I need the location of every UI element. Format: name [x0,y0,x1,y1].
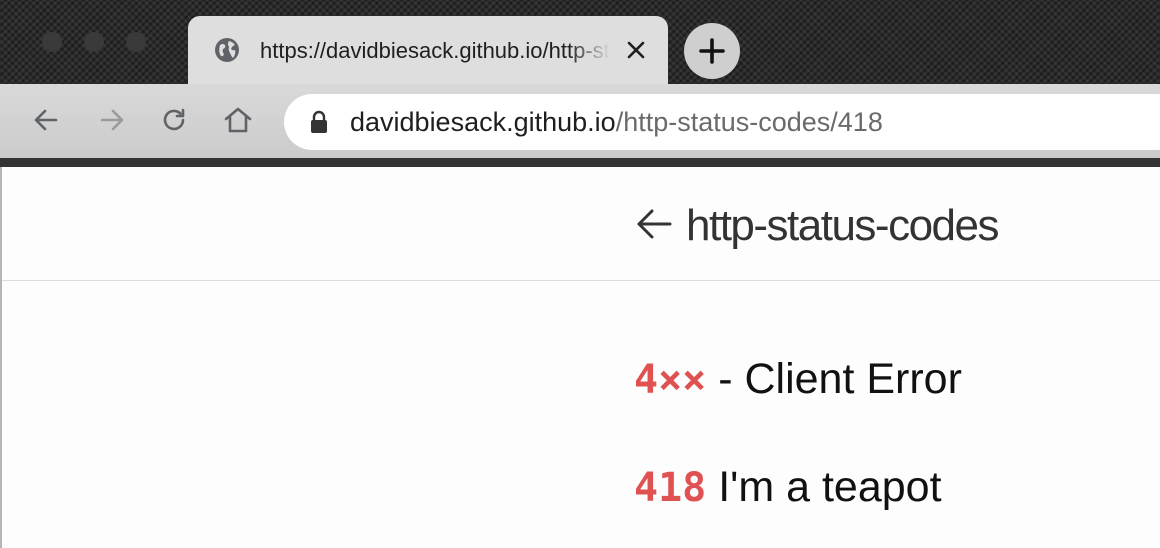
status-heading: 418 I'm a teapot [634,463,942,512]
close-tab-icon[interactable] [622,36,650,64]
browser-toolbar: davidbiesack.github.io/http-status-codes… [0,84,1160,158]
category-heading: 4×× - Client Error [634,355,962,404]
header-divider [2,280,1160,281]
browser-tab[interactable]: https://davidbiesack.github.io/http-stat… [188,16,668,84]
url-host: davidbiesack.github.io [350,107,616,137]
tab-title: https://davidbiesack.github.io/http-stat… [260,38,610,63]
back-link-label: http-status-codes [686,201,1000,250]
url-path: /http-status-codes/418 [615,107,883,137]
window-zoom-dot[interactable] [126,32,146,52]
category-code: 4×× [634,357,707,403]
window-minimize-dot[interactable] [84,32,104,52]
plus-icon [699,38,725,64]
home-button[interactable] [220,102,256,138]
new-tab-button[interactable] [684,23,740,79]
status-label: I'm a teapot [718,463,942,511]
toolbar-border [0,158,1160,167]
back-button[interactable] [28,102,64,138]
browser-titlebar: https://davidbiesack.github.io/http-stat… [0,0,1160,84]
forward-button[interactable] [94,102,130,138]
category-separator: - [706,355,745,403]
url-text[interactable]: davidbiesack.github.io/http-status-codes… [350,106,883,138]
lock-icon[interactable] [308,110,330,134]
back-link[interactable]: http-status-codes [634,201,1000,251]
page-content: http-status-codes 4×× - Client Error 418… [0,167,1160,548]
arrow-left-icon [637,209,672,239]
reload-button[interactable] [156,102,192,138]
globe-icon [215,38,239,62]
window-close-dot[interactable] [42,32,62,52]
status-code: 418 [634,465,707,511]
address-bar[interactable]: davidbiesack.github.io/http-status-codes… [284,94,1160,150]
category-label: Client Error [744,355,962,403]
